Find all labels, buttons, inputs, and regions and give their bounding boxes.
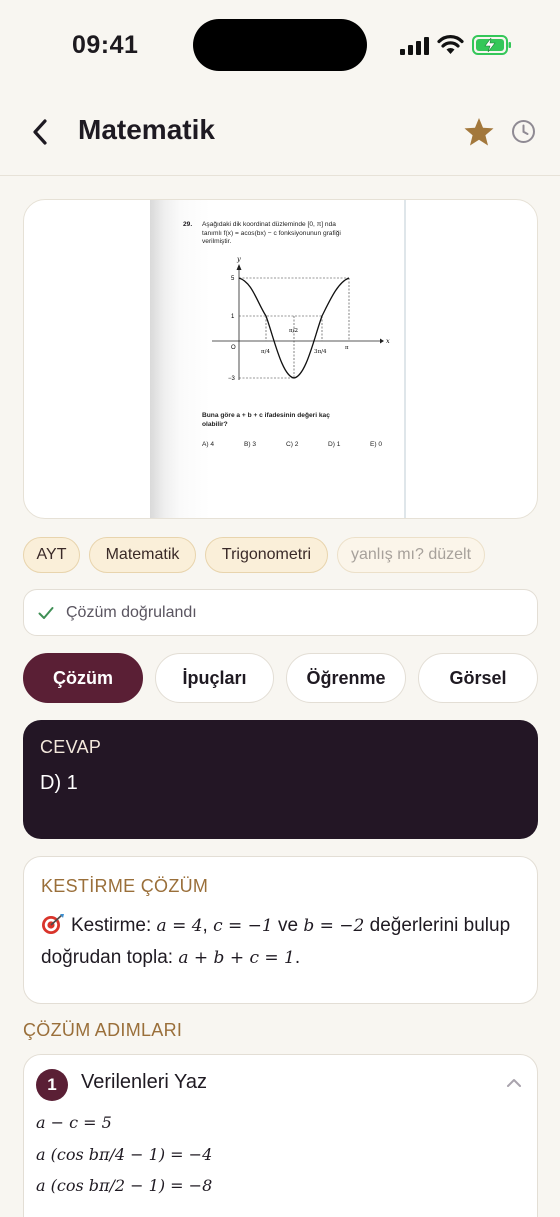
graph-label-pi2: π/2 xyxy=(289,328,298,334)
graph-label-y5: 5 xyxy=(231,276,235,282)
tab-ogrenme[interactable]: Öğrenme xyxy=(286,653,406,703)
shortcut-t2: , xyxy=(202,915,214,936)
answer-value: D) 1 xyxy=(40,772,78,794)
graph-label-ym3: −3 xyxy=(228,376,236,382)
tab-gorsel[interactable]: Görsel xyxy=(418,653,538,703)
option-e: E) 0 xyxy=(370,441,383,448)
wifi-icon xyxy=(437,35,464,54)
step-equation-2: a (cos bπ/4 − 1) = −4 xyxy=(36,1145,213,1164)
answer-card: CEVAP D) 1 xyxy=(23,720,538,839)
question-number: 29. xyxy=(183,221,193,228)
tag-trigonometri[interactable]: Trigonometri xyxy=(205,537,328,573)
graph-label-origin: O xyxy=(231,345,236,351)
question-options: A) 4 B) 3 C) 2 D) 1 E) 0 xyxy=(202,441,392,448)
graph-label-pi: π xyxy=(345,345,349,351)
question-ask: Buna göre a + b + c ifadesinin değeri ka… xyxy=(202,412,330,428)
status-time: 09:41 xyxy=(72,31,139,59)
answer-label: CEVAP xyxy=(40,737,102,757)
page-title: Matematik xyxy=(78,114,215,145)
tab-ipuclari[interactable]: İpuçları xyxy=(155,653,274,703)
shortcut-m2: c = −1 xyxy=(213,916,273,936)
verified-text: Çözüm doğrulandı xyxy=(66,604,197,621)
graph-label-pi4: π/4 xyxy=(261,349,270,355)
dart-target-icon xyxy=(42,914,64,934)
step-title: Verilenleri Yaz xyxy=(81,1071,207,1093)
dynamic-island xyxy=(193,19,367,71)
question-text: Aşağıdaki dik koordinat düzleminde [0, π… xyxy=(202,221,341,245)
option-b: B) 3 xyxy=(244,441,257,448)
status-bar: 09:41 xyxy=(0,0,560,92)
shortcut-text: Kestirme: a = 4, c = −1 ve b = −2 değerl… xyxy=(41,910,527,974)
graph-label-3pi4: 3π/4 xyxy=(314,349,327,355)
chevron-left-icon[interactable] xyxy=(30,118,50,146)
graph-label-y: y xyxy=(236,255,241,263)
tag-ayt[interactable]: AYT xyxy=(23,537,80,573)
tag-matematik[interactable]: Matematik xyxy=(89,537,196,573)
chevron-up-icon[interactable] xyxy=(506,1077,522,1089)
signal-icon xyxy=(400,37,429,55)
graph-label-x: x xyxy=(386,337,390,345)
option-c: C) 2 xyxy=(286,441,299,448)
shortcut-m3: b = −2 xyxy=(303,916,365,936)
clock-icon[interactable] xyxy=(511,119,536,144)
fix-tag-button[interactable]: yanlış mı? düzelt xyxy=(337,537,485,573)
check-icon xyxy=(38,607,54,619)
graph-label-y1: 1 xyxy=(231,314,235,320)
battery-charging-icon xyxy=(472,35,511,55)
steps-title: ÇÖZÜM ADIMLARI xyxy=(23,1020,183,1040)
step-card[interactable]: 1 Verilenleri Yaz a − c = 5 a (cos bπ/4 … xyxy=(23,1054,538,1217)
function-graph: y x 5 1 −3 O π/4 π/2 3π/4 π xyxy=(212,255,390,382)
shortcut-label: KESTİRME ÇÖZÜM xyxy=(41,876,209,896)
top-header: Matematik xyxy=(0,92,560,176)
verified-banner: Çözüm doğrulandı xyxy=(23,589,538,636)
shortcut-t3: ve xyxy=(272,915,304,936)
shortcut-solution-card: KESTİRME ÇÖZÜM Kestirme: a = 4, c = −1 v… xyxy=(23,856,538,1004)
step-number: 1 xyxy=(36,1069,68,1101)
tab-cozum[interactable]: Çözüm xyxy=(23,653,143,703)
shortcut-m1: a = 4 xyxy=(156,916,203,936)
page-edge xyxy=(404,200,406,518)
shortcut-t5: . xyxy=(294,947,301,968)
option-a: A) 4 xyxy=(202,441,215,448)
shortcut-m4: a + b + c = 1 xyxy=(178,948,295,968)
option-d: D) 1 xyxy=(328,441,341,448)
step-equation-1: a − c = 5 xyxy=(36,1113,112,1132)
star-icon[interactable] xyxy=(463,117,495,147)
shortcut-t1: Kestirme: xyxy=(71,915,157,936)
question-image-card[interactable]: 29. Aşağıdaki dik koordinat düzleminde [… xyxy=(23,199,538,519)
step-equation-3: a (cos bπ/2 − 1) = −8 xyxy=(36,1176,213,1195)
